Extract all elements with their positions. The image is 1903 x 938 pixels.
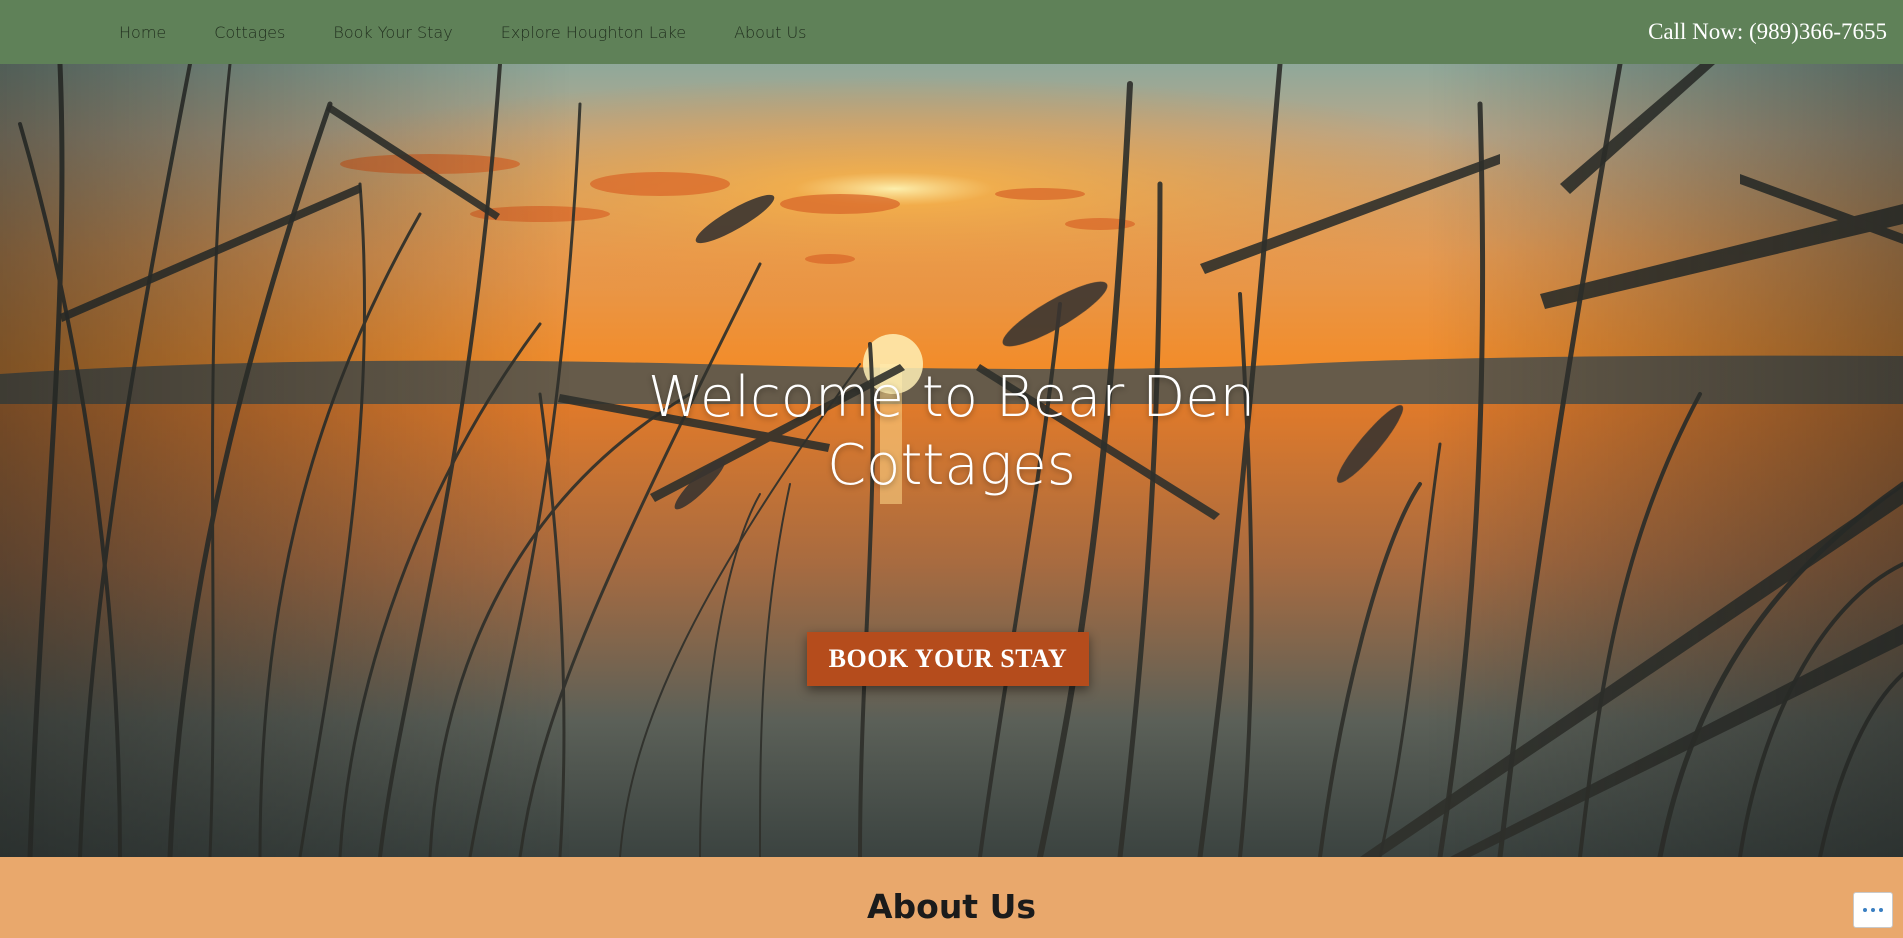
book-your-stay-button[interactable]: BOOK YOUR STAY: [807, 632, 1089, 686]
dot: [1863, 908, 1867, 912]
hero-heading: Welcome to Bear Den Cottages: [0, 364, 1903, 500]
about-us-section: About Us: [0, 857, 1903, 938]
nav-item-explore-houghton-lake[interactable]: Explore Houghton Lake: [501, 23, 686, 42]
call-now-phone-link[interactable]: Call Now: (989)366-7655: [1648, 0, 1887, 64]
about-us-heading: About Us: [866, 887, 1037, 926]
dot: [1879, 908, 1883, 912]
hero-section: Welcome to Bear Den Cottages BOOK YOUR S…: [0, 64, 1903, 857]
top-navigation-bar: Home Cottages Book Your Stay Explore Hou…: [0, 0, 1903, 64]
hero-heading-line-2: Cottages: [827, 433, 1076, 498]
ellipsis-icon[interactable]: [1853, 892, 1893, 928]
dot: [1871, 908, 1875, 912]
main-menu: Home Cottages Book Your Stay Explore Hou…: [119, 0, 855, 64]
nav-item-home[interactable]: Home: [119, 23, 166, 42]
hero-heading-line-1: Welcome to Bear Den: [647, 365, 1256, 430]
nav-item-cottages[interactable]: Cottages: [214, 23, 285, 42]
nav-item-about-us[interactable]: About Us: [734, 23, 806, 42]
nav-item-book-your-stay[interactable]: Book Your Stay: [333, 23, 452, 42]
